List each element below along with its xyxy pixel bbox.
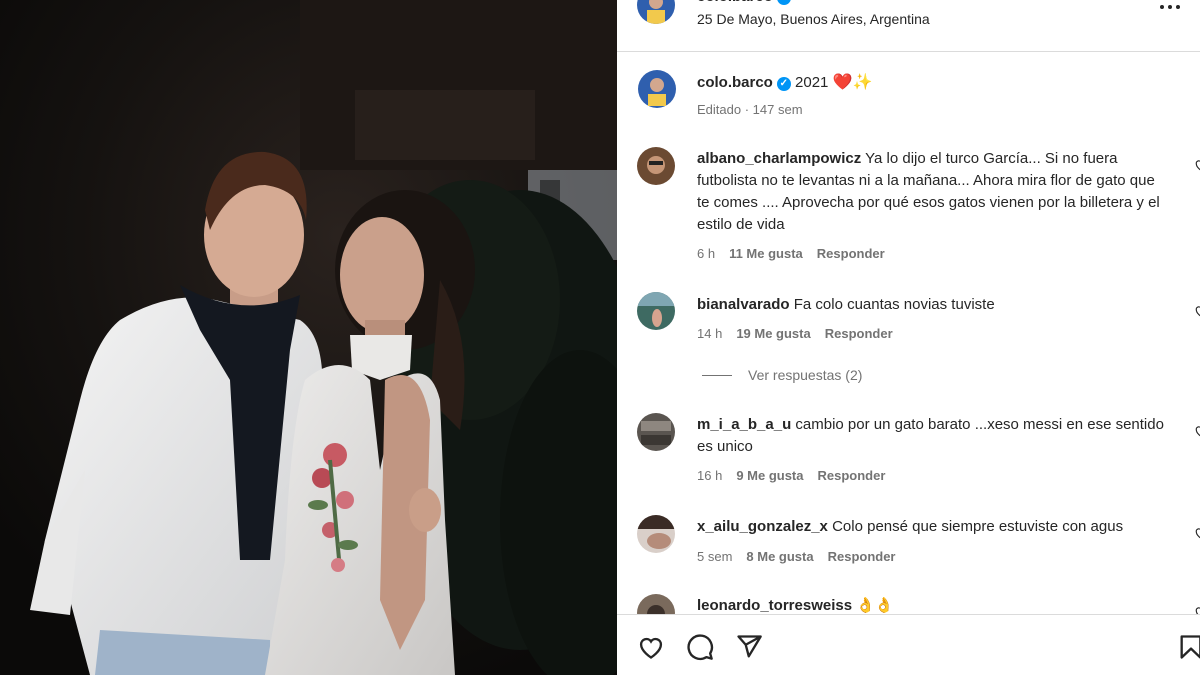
post-image	[0, 0, 617, 675]
comment-likes[interactable]: 19 Me gusta	[736, 326, 810, 341]
avatar-image	[636, 68, 678, 110]
comment-avatar[interactable]	[637, 413, 675, 451]
view-replies-label[interactable]: Ver respuestas (2)	[748, 367, 862, 383]
comment-like-heart-icon[interactable]	[1194, 526, 1200, 540]
comment-item: albano_charlampowicz Ya lo dijo el turco…	[697, 148, 1167, 236]
verified-badge-icon: ✓	[776, 0, 791, 5]
caption-meta: Editado · 147 sem	[697, 102, 803, 117]
header-username-text[interactable]: colo.barco	[697, 0, 773, 5]
replies-line	[702, 375, 732, 376]
reply-button[interactable]: Responder	[817, 246, 885, 261]
comment-likes[interactable]: 8 Me gusta	[746, 549, 813, 564]
post-sidebar: colo.barco✓ 25 De Mayo, Buenos Aires, Ar…	[617, 0, 1200, 675]
comment-meta: 5 sem 8 Me gusta Responder	[697, 549, 896, 564]
comment-like-heart-icon[interactable]	[1194, 158, 1200, 172]
avatar-image	[637, 413, 675, 451]
comment-time[interactable]: 14 h	[697, 326, 722, 341]
comment-time[interactable]: 6 h	[697, 246, 715, 261]
caption-username[interactable]: colo.barco	[697, 74, 773, 91]
bookmark-icon[interactable]	[1177, 633, 1200, 661]
edited-label: Editado	[697, 102, 742, 117]
comment-item: x_ailu_gonzalez_x Colo pensé que siempre…	[697, 516, 1167, 538]
comment-username[interactable]: bianalvarado	[697, 296, 790, 313]
comment-text: Fa colo cuantas novias tuviste	[793, 296, 995, 313]
avatar-image	[637, 292, 675, 330]
comment-item: bianalvarado Fa colo cuantas novias tuvi…	[697, 294, 1167, 316]
caption-avatar[interactable]	[636, 68, 678, 110]
header-username[interactable]: colo.barco✓	[697, 0, 791, 5]
comment-text: Colo pensé que siempre estuviste con agu…	[832, 518, 1124, 535]
post-photo[interactable]	[0, 0, 617, 675]
caption: colo.barco ✓ 2021 ❤️✨	[697, 72, 872, 92]
comment-avatar[interactable]	[637, 515, 675, 553]
comment-username[interactable]: m_i_a_b_a_u	[697, 416, 791, 433]
heart-icon[interactable]	[637, 633, 665, 661]
comment-meta: 14 h 19 Me gusta Responder	[697, 326, 893, 341]
reply-button[interactable]: Responder	[828, 549, 896, 564]
comment-likes[interactable]: 11 Me gusta	[729, 246, 803, 261]
comment-likes[interactable]: 9 Me gusta	[736, 468, 803, 483]
comment-time[interactable]: 16 h	[697, 468, 722, 483]
comment-text: 👌👌	[856, 597, 894, 614]
comment-icon[interactable]	[686, 633, 714, 661]
comment-like-heart-icon[interactable]	[1194, 304, 1200, 318]
caption-time[interactable]: 147 sem	[753, 102, 803, 117]
post-location[interactable]: 25 De Mayo, Buenos Aires, Argentina	[697, 11, 930, 27]
avatar-image	[637, 0, 675, 24]
comment-meta: 6 h 11 Me gusta Responder	[697, 246, 885, 261]
more-options-icon[interactable]	[1158, 2, 1182, 12]
action-bar	[617, 614, 1200, 675]
reply-button[interactable]: Responder	[818, 468, 886, 483]
author-avatar[interactable]	[637, 0, 675, 24]
avatar-image	[637, 147, 675, 185]
caption-text: 2021	[795, 74, 829, 91]
caption-emojis: ❤️✨	[832, 74, 873, 91]
comment-item: m_i_a_b_a_u cambio por un gato barato ..…	[697, 414, 1167, 458]
comment-time[interactable]: 5 sem	[697, 549, 732, 564]
avatar-image	[637, 515, 675, 553]
comment-username[interactable]: leonardo_torresweiss	[697, 597, 852, 614]
comment-meta: 16 h 9 Me gusta Responder	[697, 468, 885, 483]
comment-username[interactable]: albano_charlampowicz	[697, 150, 861, 167]
comment-avatar[interactable]	[637, 292, 675, 330]
comment-username[interactable]: x_ailu_gonzalez_x	[697, 518, 828, 535]
verified-badge-icon: ✓	[776, 77, 791, 91]
header-divider	[617, 51, 1200, 52]
reply-button[interactable]: Responder	[825, 326, 893, 341]
comment-avatar[interactable]	[637, 147, 675, 185]
view-replies-button[interactable]: Ver respuestas (2)	[702, 367, 862, 383]
send-icon[interactable]	[735, 633, 763, 661]
comment-like-heart-icon[interactable]	[1194, 424, 1200, 438]
